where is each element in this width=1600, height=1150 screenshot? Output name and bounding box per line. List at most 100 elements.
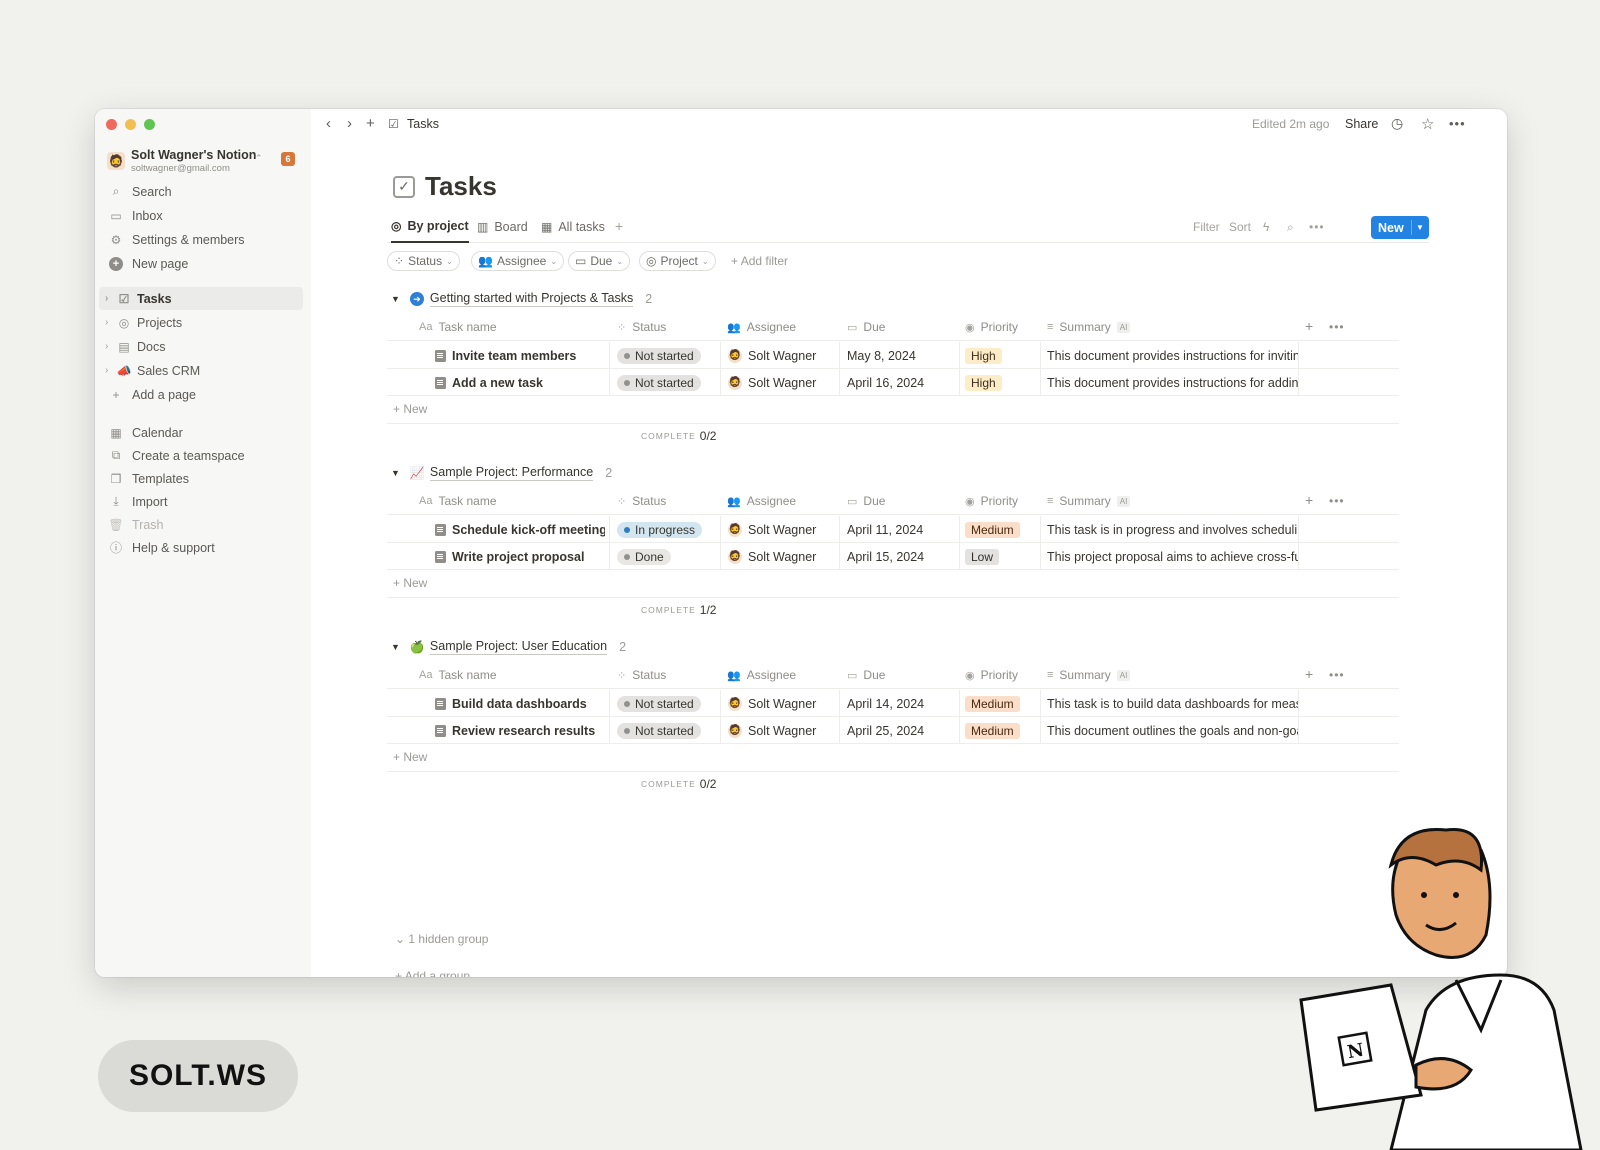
sidebar-item-tasks[interactable]: › ☑ Tasks: [99, 287, 303, 310]
assignee-cell[interactable]: 🧔 Solt Wagner: [728, 369, 836, 396]
back-icon[interactable]: ‹: [326, 115, 331, 132]
status-cell[interactable]: Not started: [617, 342, 721, 369]
column-due[interactable]: ▭ Due: [847, 668, 885, 682]
add-property-icon[interactable]: +: [1305, 318, 1313, 334]
lightning-icon[interactable]: ϟ: [1263, 220, 1269, 234]
new-row-button[interactable]: + New: [393, 750, 427, 764]
summary-cell[interactable]: This document provides instructions for …: [1047, 342, 1298, 369]
priority-cell[interactable]: Low: [965, 543, 1037, 570]
plus-icon[interactable]: +: [366, 115, 375, 132]
column-task-name[interactable]: Aa Task name: [419, 668, 497, 682]
chevron-right-icon[interactable]: ›: [105, 293, 113, 304]
column-status[interactable]: ⁘ Status: [617, 668, 666, 682]
priority-cell[interactable]: High: [965, 369, 1037, 396]
add-group-button[interactable]: + Add a group: [395, 969, 470, 977]
tab-by-project[interactable]: ◎ By project: [391, 211, 469, 243]
sidebar-item-add-page[interactable]: + Add a page: [99, 383, 303, 406]
task-name-cell[interactable]: Schedule kick-off meeting: [435, 516, 605, 543]
triangle-down-icon[interactable]: ▼: [391, 642, 400, 652]
column-priority[interactable]: ◉ Priority: [965, 494, 1018, 508]
assignee-cell[interactable]: 🧔 Solt Wagner: [728, 690, 836, 717]
priority-cell[interactable]: High: [965, 342, 1037, 369]
add-property-icon[interactable]: +: [1305, 666, 1313, 682]
column-summary[interactable]: ≡ Summary AI: [1047, 494, 1131, 508]
group-title[interactable]: Sample Project: User Education: [429, 639, 608, 655]
column-assignee[interactable]: 👥 Assignee: [727, 494, 796, 508]
task-name-cell[interactable]: Invite team members: [435, 342, 605, 369]
more-icon[interactable]: •••: [1329, 320, 1345, 334]
status-cell[interactable]: Not started: [617, 369, 721, 396]
checkbox-icon[interactable]: ✓: [393, 175, 415, 198]
sidebar-item-templates[interactable]: ❒ Templates: [99, 467, 303, 490]
breadcrumb[interactable]: Tasks: [407, 117, 439, 131]
group-title[interactable]: Sample Project: Performance: [429, 465, 594, 481]
share-button[interactable]: Share: [1345, 117, 1378, 131]
task-name-cell[interactable]: Write project proposal: [435, 543, 605, 570]
column-assignee[interactable]: 👥 Assignee: [727, 668, 796, 682]
sidebar-item-inbox[interactable]: ▭ Inbox: [99, 204, 303, 227]
sidebar-item-docs[interactable]: › ▤ Docs: [99, 335, 303, 358]
new-row-button[interactable]: + New: [393, 402, 427, 416]
summary-cell[interactable]: This task is to build data dashboards fo…: [1047, 690, 1298, 717]
task-name-cell[interactable]: Add a new task: [435, 369, 605, 396]
zoom-window-button[interactable]: [144, 119, 155, 130]
chevron-right-icon[interactable]: ›: [105, 317, 113, 328]
due-cell[interactable]: May 8, 2024: [847, 342, 957, 369]
column-task-name[interactable]: Aa Task name: [419, 320, 497, 334]
more-icon[interactable]: •••: [1329, 668, 1345, 682]
chevron-right-icon[interactable]: ›: [105, 365, 113, 376]
sidebar-item-calendar[interactable]: ▦ Calendar: [99, 421, 303, 444]
triangle-down-icon[interactable]: ▼: [391, 468, 400, 478]
column-summary[interactable]: ≡ Summary AI: [1047, 320, 1131, 334]
table-row[interactable]: Schedule kick-off meeting In progress 🧔 S…: [387, 516, 1399, 543]
summary-cell[interactable]: This document provides instructions for …: [1047, 369, 1298, 396]
new-row-button[interactable]: + New: [393, 576, 427, 590]
tab-board[interactable]: ▥ Board: [477, 211, 528, 243]
forward-icon[interactable]: ›: [347, 115, 352, 132]
sidebar-item-projects[interactable]: › ◎ Projects: [99, 311, 303, 334]
more-icon[interactable]: •••: [1449, 116, 1466, 131]
more-icon[interactable]: •••: [1329, 494, 1345, 508]
close-window-button[interactable]: [106, 119, 117, 130]
column-status[interactable]: ⁘ Status: [617, 320, 666, 334]
status-cell[interactable]: Not started: [617, 717, 721, 744]
table-row[interactable]: Add a new task Not started 🧔 Solt Wagner …: [387, 369, 1399, 396]
tab-all-tasks[interactable]: ▦ All tasks: [541, 211, 605, 243]
chevron-updown-icon[interactable]: ⌃: [255, 153, 263, 164]
column-task-name[interactable]: Aa Task name: [419, 494, 497, 508]
assignee-cell[interactable]: 🧔 Solt Wagner: [728, 543, 836, 570]
column-assignee[interactable]: 👥 Assignee: [727, 320, 796, 334]
search-icon[interactable]: ⌕: [1287, 220, 1294, 235]
more-icon[interactable]: •••: [1309, 220, 1325, 234]
due-cell[interactable]: April 25, 2024: [847, 717, 957, 744]
due-filter-chip[interactable]: ▭ Due ⌄: [568, 251, 631, 271]
status-cell[interactable]: Not started: [617, 690, 721, 717]
priority-cell[interactable]: Medium: [965, 516, 1037, 543]
status-filter-chip[interactable]: ⁘ Status ⌄: [387, 251, 460, 271]
clock-icon[interactable]: ◷: [1391, 115, 1403, 132]
assignee-cell[interactable]: 🧔 Solt Wagner: [728, 516, 836, 543]
due-cell[interactable]: April 11, 2024: [847, 516, 957, 543]
column-status[interactable]: ⁘ Status: [617, 494, 666, 508]
task-name-cell[interactable]: Build data dashboards: [435, 690, 605, 717]
minimize-window-button[interactable]: [125, 119, 136, 130]
table-row[interactable]: Invite team members Not started 🧔 Solt Wa…: [387, 342, 1399, 369]
sidebar-item-sales-crm[interactable]: › 📣 Sales CRM: [99, 359, 303, 382]
sidebar-item-new-page[interactable]: + New page: [99, 252, 303, 275]
due-cell[interactable]: April 15, 2024: [847, 543, 957, 570]
add-property-icon[interactable]: +: [1305, 492, 1313, 508]
add-filter-button[interactable]: + Add filter: [731, 254, 788, 268]
column-due[interactable]: ▭ Due: [847, 494, 885, 508]
column-summary[interactable]: ≡ Summary AI: [1047, 668, 1131, 682]
sidebar-item-settings[interactable]: ⚙ Settings & members: [99, 228, 303, 251]
priority-cell[interactable]: Medium: [965, 690, 1037, 717]
filter-button[interactable]: Filter: [1193, 220, 1220, 234]
assignee-filter-chip[interactable]: 👥 Assignee ⌄: [471, 251, 565, 271]
assignee-cell[interactable]: 🧔 Solt Wagner: [728, 342, 836, 369]
status-cell[interactable]: In progress: [617, 516, 721, 543]
complete-calculation[interactable]: COMPLETE 1/2: [641, 603, 716, 617]
status-cell[interactable]: Done: [617, 543, 721, 570]
project-filter-chip[interactable]: ◎ Project ⌄: [639, 251, 716, 271]
summary-cell[interactable]: This document outlines the goals and non…: [1047, 717, 1298, 744]
sidebar-item-import[interactable]: ⤓ Import: [99, 490, 303, 513]
